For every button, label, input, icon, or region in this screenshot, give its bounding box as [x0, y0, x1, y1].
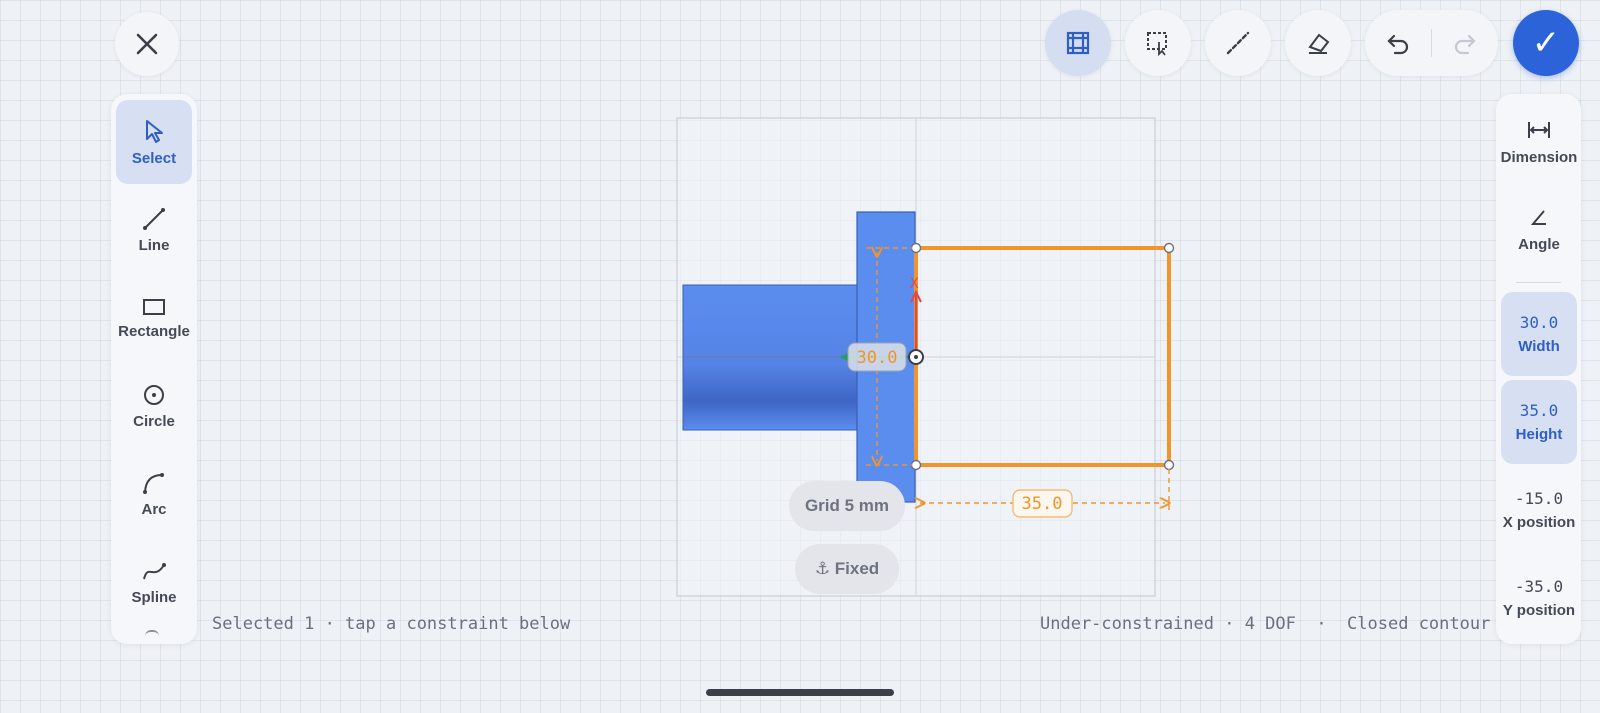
vertex-bottom-left[interactable]	[910, 459, 922, 471]
x-axis-arrowhead	[910, 289, 922, 303]
checkmark-icon: ✓	[1531, 24, 1561, 62]
box-select-icon	[1147, 32, 1167, 56]
sketch-rectangle[interactable]	[914, 246, 1171, 467]
more-tools-hint	[145, 630, 159, 638]
tool-rectangle[interactable]: Rectangle	[116, 276, 192, 360]
dashed-line-icon	[1226, 31, 1250, 55]
x-position-constraint[interactable]: -15.0 X position	[1501, 468, 1577, 552]
eraser-icon	[1308, 33, 1330, 54]
x-axis-label: X	[910, 276, 919, 292]
spline-icon	[143, 562, 166, 579]
vertex-top-left[interactable]	[910, 242, 922, 254]
eraser-button[interactable]	[1285, 10, 1351, 76]
width-constraint[interactable]: 30.0 Width	[1501, 292, 1577, 376]
dim-horizontal-label[interactable]: 35.0	[1022, 494, 1063, 514]
width-value: 30.0	[1519, 313, 1559, 332]
undo-redo-group	[1365, 10, 1498, 76]
close-icon	[136, 33, 158, 55]
grid-size-chip[interactable]: Grid 5 mm	[789, 481, 905, 531]
origin-marker[interactable]	[908, 349, 924, 365]
tool-line[interactable]: Line	[116, 188, 192, 272]
width-label: Width	[1518, 338, 1560, 355]
height-label: Height	[1515, 426, 1563, 443]
constraint-status: Under-constrained · 4 DOF · Closed conto…	[1040, 614, 1491, 634]
angle-tool[interactable]: Angle	[1501, 188, 1577, 272]
circle-icon	[144, 384, 164, 405]
dim-horizontal-label-box[interactable]	[1012, 489, 1073, 518]
y-position-label: Y position	[1502, 602, 1576, 619]
grid-toggle-button[interactable]	[1045, 10, 1111, 76]
line-icon	[143, 207, 165, 230]
fixed-label: ⚓ Fixed	[814, 559, 880, 578]
selection-status: Selected 1 · tap a constraint below	[212, 614, 571, 634]
confirm-button[interactable]: ✓	[1513, 10, 1579, 76]
dim-vertical-label[interactable]: 30.0	[857, 348, 898, 368]
dimension-icon	[1528, 121, 1550, 138]
grid-icon	[1066, 31, 1090, 55]
tool-arc[interactable]: Arc	[116, 452, 192, 536]
rectangle-icon	[143, 298, 165, 315]
vertex-top-right[interactable]	[1163, 242, 1175, 254]
tool-palette: Select Line Rectangle Circle Arc Spline	[111, 94, 197, 644]
tool-spline-label: Spline	[131, 588, 177, 606]
sketch-canvas[interactable]: X 30.0 35.0	[0, 0, 1600, 713]
tool-select[interactable]: Select	[116, 100, 192, 184]
constraint-panel: Dimension Angle 30.0 Width 35.0 Height -…	[1496, 94, 1581, 644]
angle-label: Angle	[1518, 235, 1560, 253]
undo-icon[interactable]	[1385, 30, 1411, 56]
origin-dot	[914, 355, 918, 359]
y-position-constraint[interactable]: -35.0 Y position	[1501, 556, 1577, 640]
construction-line-button[interactable]	[1205, 10, 1271, 76]
grid-size-label: Grid 5 mm	[804, 496, 890, 515]
cursor-icon	[146, 119, 163, 143]
tool-rectangle-label: Rectangle	[118, 322, 190, 340]
height-constraint[interactable]: 35.0 Height	[1501, 380, 1577, 464]
angle-icon	[1530, 209, 1546, 225]
panel-divider	[1516, 282, 1561, 283]
y-position-value: -35.0	[1514, 577, 1564, 596]
dimension-tool[interactable]: Dimension	[1501, 100, 1577, 184]
tool-circle-label: Circle	[133, 412, 175, 430]
sketch-plane	[676, 117, 1156, 597]
tool-spline[interactable]: Spline	[116, 540, 192, 624]
height-value: 35.0	[1519, 401, 1559, 420]
body-flange	[856, 211, 916, 503]
tool-line-label: Line	[138, 236, 170, 254]
undo-redo-separator	[1431, 29, 1432, 57]
box-select-button[interactable]	[1125, 10, 1191, 76]
home-indicator[interactable]	[706, 689, 894, 696]
x-position-label: X position	[1502, 514, 1576, 531]
close-button[interactable]	[115, 12, 179, 76]
arc-icon	[143, 472, 164, 494]
tool-circle[interactable]: Circle	[116, 364, 192, 448]
body-cylinder	[682, 284, 859, 431]
vertex-bottom-right[interactable]	[1163, 459, 1175, 471]
dim-vertical-label-box[interactable]	[847, 342, 907, 372]
dimension-label: Dimension	[1500, 148, 1578, 166]
tool-arc-label: Arc	[141, 500, 167, 518]
tool-select-label: Select	[131, 149, 177, 167]
y-axis-arrowhead	[839, 351, 853, 363]
x-position-value: -15.0	[1514, 489, 1564, 508]
fixed-chip[interactable]: ⚓ Fixed	[795, 544, 899, 594]
redo-icon[interactable]	[1452, 30, 1478, 56]
